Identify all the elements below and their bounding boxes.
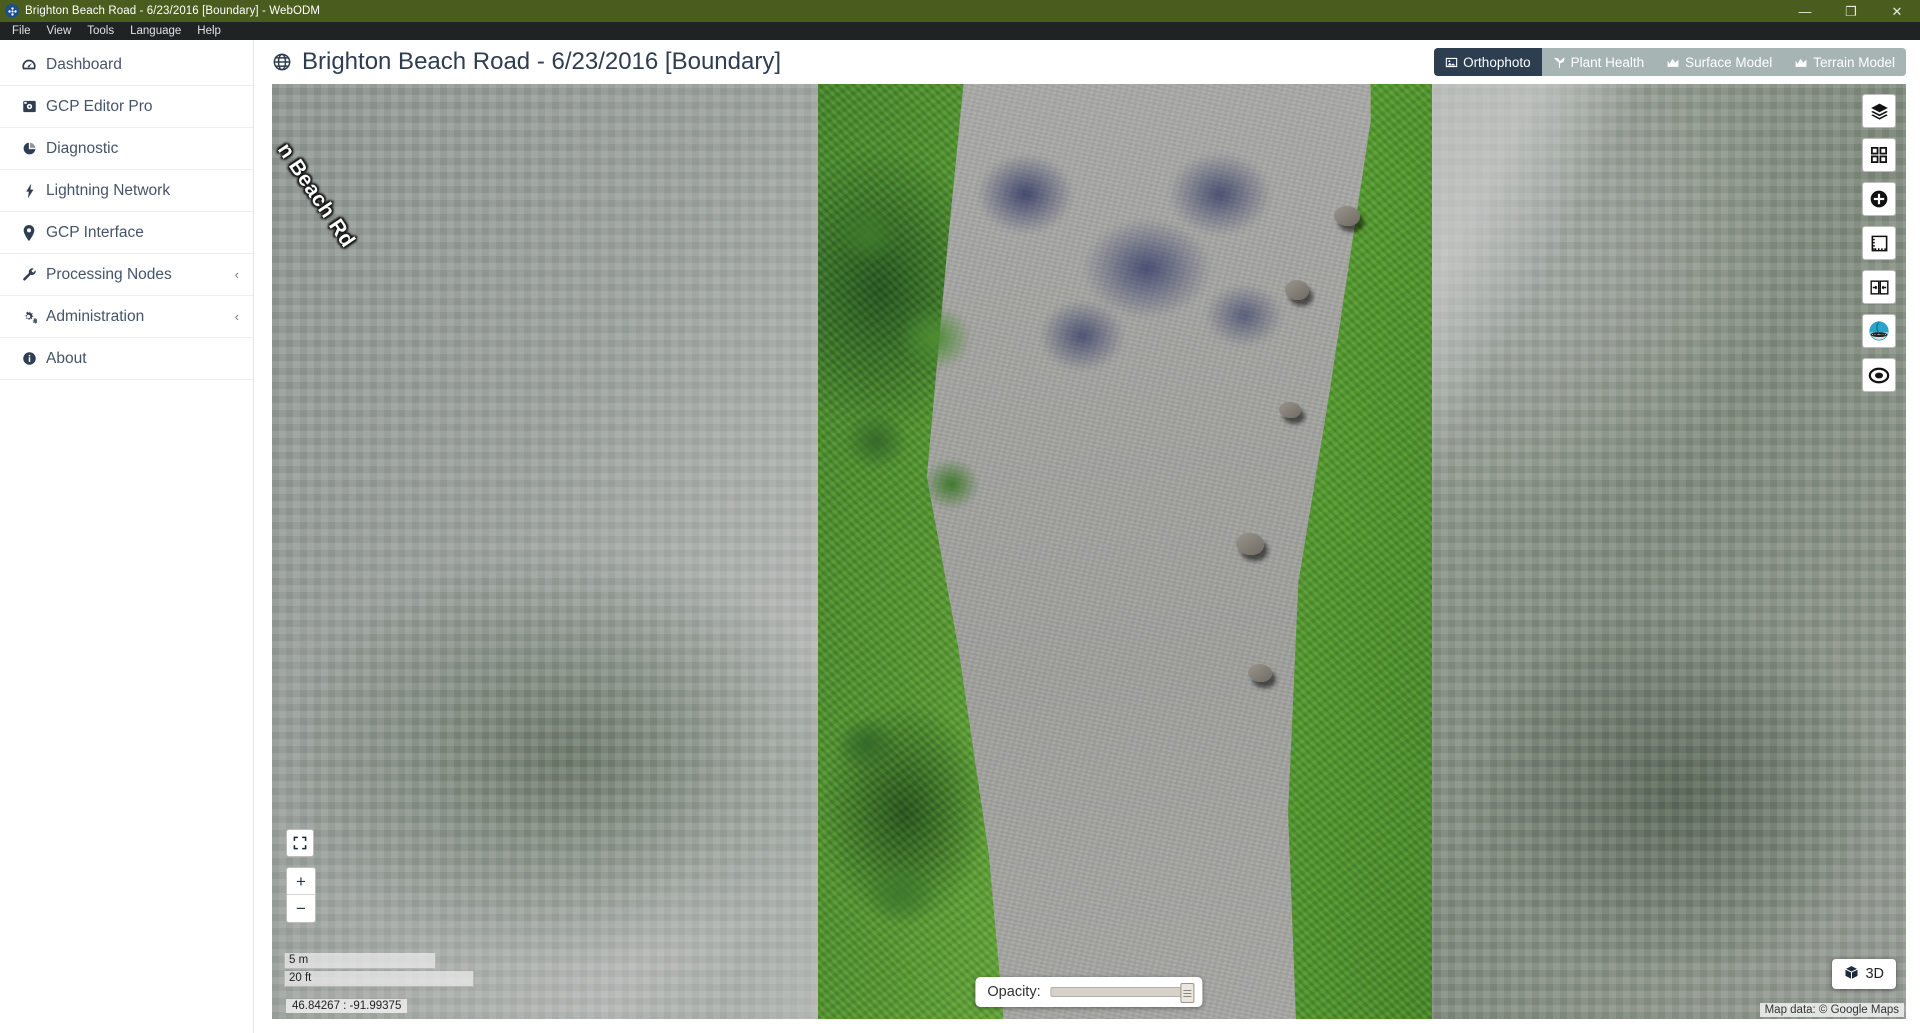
btn-3d-label: 3D: [1865, 966, 1884, 982]
rock: [1333, 205, 1360, 226]
sidebar-item-label: Administration: [46, 307, 145, 325]
map-controls-left: + −: [286, 829, 316, 923]
map-controls-right: [1862, 94, 1896, 392]
menu-help[interactable]: Help: [189, 22, 229, 40]
window-title: Brighton Beach Road - 6/23/2016 [Boundar…: [25, 5, 321, 17]
zoom-out-button[interactable]: −: [287, 895, 315, 922]
tab-label: Plant Health: [1570, 54, 1645, 70]
pie-chart-icon: [18, 141, 40, 156]
opacity-slider[interactable]: [1050, 983, 1195, 1003]
sidebar-item-gcp-interface[interactable]: GCP Interface: [0, 212, 253, 254]
window-controls: — ❐ ✕: [1782, 0, 1920, 22]
globe-icon: [272, 52, 292, 72]
cube-icon: [1844, 965, 1859, 984]
tree-canopy: [817, 140, 1015, 571]
map-container: n Beach Rd + − 5 m 20 ft 46.84267: -91.…: [272, 84, 1906, 1019]
tab-label: Orthophoto: [1463, 54, 1531, 70]
tab-terrain-model[interactable]: Terrain Model: [1783, 48, 1906, 76]
sidebar-item-label: Diagnostic: [46, 139, 119, 157]
tab-surface-model[interactable]: Surface Model: [1655, 48, 1784, 76]
tab-label: Surface Model: [1685, 54, 1773, 70]
wrench-icon: [18, 267, 40, 282]
sidebar-item-label: Lightning Network: [46, 181, 171, 199]
area-chart-icon: [1666, 56, 1680, 69]
sidebar-item-label: GCP Editor Pro: [46, 97, 153, 115]
sidebar-item-lightning-network[interactable]: Lightning Network: [0, 170, 253, 212]
sidebar-item-label: Processing Nodes: [46, 265, 172, 283]
opacity-control: Opacity:: [975, 977, 1203, 1007]
opacity-slider-thumb[interactable]: [1180, 983, 1195, 1003]
tab-label: Terrain Model: [1813, 54, 1895, 70]
rock: [1235, 532, 1264, 555]
view-tabs: Orthophoto Plant Health Surface Model Te…: [1434, 48, 1906, 76]
compare-button[interactable]: [1862, 270, 1896, 304]
bolt-icon: [18, 183, 40, 199]
menubar: File View Tools Language Help: [0, 22, 1920, 40]
orthophoto-layer: [817, 84, 1433, 1019]
fullscreen-button[interactable]: [286, 829, 314, 857]
sidebar-item-diagnostic[interactable]: Diagnostic: [0, 128, 253, 170]
page-title: Brighton Beach Road - 6/23/2016 [Boundar…: [302, 48, 781, 75]
tree-canopy-lower: [817, 626, 978, 1019]
sidebar-item-label: About: [46, 349, 87, 367]
chevron-left-icon[interactable]: ‹: [235, 310, 239, 323]
main-content: Brighton Beach Road - 6/23/2016 [Boundar…: [254, 40, 1920, 1033]
rock: [1247, 663, 1272, 682]
map-marker-icon: [18, 224, 40, 241]
zoom-controls: + −: [286, 867, 316, 923]
close-button[interactable]: ✕: [1874, 0, 1920, 22]
menu-view[interactable]: View: [39, 22, 80, 40]
window-titlebar: Brighton Beach Road - 6/23/2016 [Boundar…: [0, 0, 1920, 22]
image-icon: [1445, 56, 1458, 69]
assets-button[interactable]: [1862, 138, 1896, 172]
measure-button[interactable]: [1862, 226, 1896, 260]
sidebar-item-about[interactable]: About: [0, 338, 253, 380]
restore-button[interactable]: ❐: [1828, 0, 1874, 22]
map-attribution: Map data: © Google Maps: [1759, 1003, 1904, 1017]
sidebar-item-gcp-editor-pro[interactable]: GCP Editor Pro: [0, 86, 253, 128]
rock: [1278, 401, 1301, 418]
sidebar-item-label: GCP Interface: [46, 223, 144, 241]
area-chart-icon: [1794, 56, 1808, 69]
cursor-coordinates: 46.84267 : -91.99375: [286, 999, 408, 1013]
basemap-button[interactable]: [1862, 314, 1896, 348]
page-header: Brighton Beach Road - 6/23/2016 [Boundar…: [254, 40, 1920, 84]
minimize-button[interactable]: —: [1782, 0, 1828, 22]
webodm-logo-icon: [5, 4, 19, 18]
sidebar-item-administration[interactable]: Administration ‹: [0, 296, 253, 338]
info-circle-icon: [18, 351, 40, 366]
map-canvas[interactable]: n Beach Rd + − 5 m 20 ft 46.84267: -91.…: [272, 84, 1906, 1019]
gears-icon: [18, 309, 40, 324]
gcp-editor-icon: [18, 99, 40, 114]
leaf-icon: [1553, 56, 1566, 69]
scalebar-metric: 5 m: [284, 953, 436, 969]
sidebar-item-dashboard[interactable]: Dashboard: [0, 44, 253, 86]
zoom-in-button[interactable]: +: [287, 868, 315, 895]
menu-file[interactable]: File: [4, 22, 39, 40]
menu-language[interactable]: Language: [122, 22, 189, 40]
app-body: Dashboard GCP Editor Pro Diagnostic Ligh…: [0, 40, 1920, 1033]
add-annotation-button[interactable]: [1862, 182, 1896, 216]
layers-button[interactable]: [1862, 94, 1896, 128]
sidebar: Dashboard GCP Editor Pro Diagnostic Ligh…: [0, 40, 254, 1033]
menu-tools[interactable]: Tools: [79, 22, 122, 40]
tab-orthophoto[interactable]: Orthophoto: [1434, 48, 1542, 76]
switch-to-3d-button[interactable]: 3D: [1832, 959, 1896, 989]
sidebar-item-processing-nodes[interactable]: Processing Nodes ‹: [0, 254, 253, 296]
tab-plant-health[interactable]: Plant Health: [1541, 48, 1656, 76]
chevron-left-icon[interactable]: ‹: [235, 268, 239, 281]
opacity-label: Opacity:: [987, 984, 1041, 1000]
sidebar-item-label: Dashboard: [46, 55, 122, 73]
scale-bars: 5 m 20 ft: [284, 953, 474, 989]
camera-view-button[interactable]: [1862, 358, 1896, 392]
scalebar-imperial: 20 ft: [284, 971, 474, 987]
dashboard-icon: [18, 57, 40, 73]
